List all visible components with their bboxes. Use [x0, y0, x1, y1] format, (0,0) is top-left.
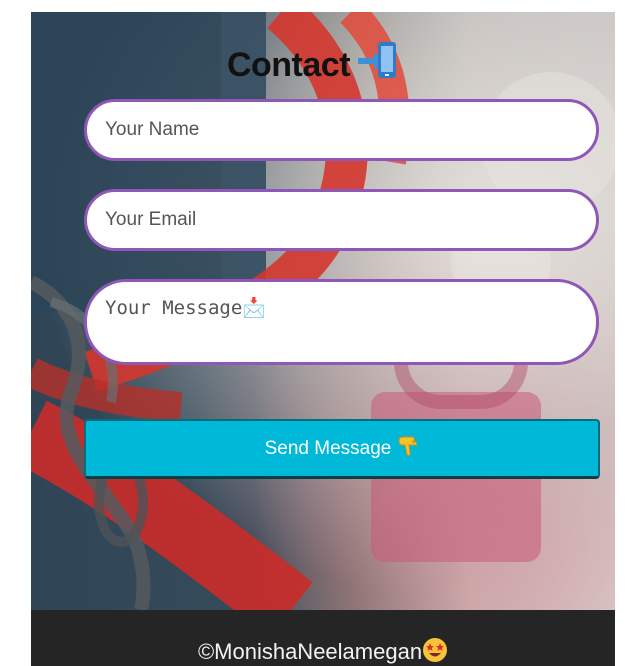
contact-page: Contact Send Message ©MonishaNeelamegan — [0, 0, 627, 666]
message-textarea[interactable] — [84, 279, 599, 365]
name-input[interactable] — [84, 99, 599, 161]
footer-copyright-text: ©MonishaNeelamegan — [197, 638, 423, 664]
send-message-button[interactable]: Send Message — [84, 419, 600, 479]
send-message-label: Send Message — [264, 437, 392, 459]
page-title-text: Contact — [226, 46, 351, 84]
footer-copyright: ©MonishaNeelamegan — [198, 637, 448, 666]
footer: ©MonishaNeelamegan — [31, 610, 615, 666]
pointing-down-hand-icon — [395, 434, 419, 464]
page-title: Contact — [0, 40, 627, 89]
email-input[interactable] — [84, 189, 599, 251]
mobile-phone-arrow-icon — [356, 40, 400, 89]
star-struck-face-icon — [422, 637, 448, 666]
